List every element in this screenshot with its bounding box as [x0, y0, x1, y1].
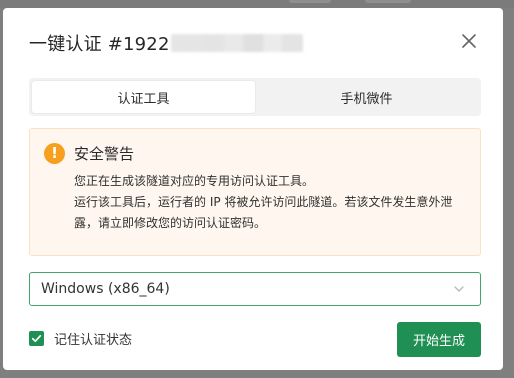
remember-auth-label: 记住认证状态: [54, 332, 133, 348]
dialog-header: 一键认证 #1922: [29, 30, 303, 56]
background-element: [289, 0, 331, 3]
remember-auth-checkbox[interactable]: 记住认证状态: [29, 329, 133, 348]
tab-auth-tool[interactable]: 认证工具: [32, 81, 255, 113]
checkmark-icon: [31, 334, 42, 342]
tab-bar: 认证工具 手机微件: [29, 78, 481, 116]
redacted-id: [170, 34, 303, 52]
warning-icon: !: [44, 142, 65, 164]
warning-line: 运行该工具后，运行者的 IP 将被允许访问此隧道。若该文件发生意外泄露，请立即修…: [74, 195, 453, 230]
start-generate-button[interactable]: 开始生成: [397, 322, 481, 357]
modal-overlay: [0, 0, 514, 8]
warning-title: 安全警告: [74, 144, 135, 163]
platform-select-value: Windows (x86_64): [41, 281, 170, 297]
checkbox-checked[interactable]: [29, 330, 44, 346]
warning-header: ! 安全警告: [44, 142, 464, 164]
warning-line: 您正在生成该隧道对应的专用访问认证工具。: [74, 174, 315, 188]
chevron-down-icon: [452, 282, 466, 296]
dialog-title: 一键认证 #1922: [29, 34, 170, 55]
background-element: [365, 0, 411, 3]
platform-select[interactable]: Windows (x86_64): [29, 272, 481, 306]
close-icon: [462, 34, 476, 48]
close-button[interactable]: [459, 31, 479, 51]
security-warning: ! 安全警告 您正在生成该隧道对应的专用访问认证工具。 运行该工具后，运行者的 …: [29, 128, 481, 256]
auth-dialog: 一键认证 #1922 认证工具 手机微件 ! 安全警告 您正在生成该隧道对应的专…: [3, 8, 503, 370]
warning-message: 您正在生成该隧道对应的专用访问认证工具。 运行该工具后，运行者的 IP 将被允许…: [74, 171, 464, 234]
tab-mobile-widget[interactable]: 手机微件: [255, 81, 478, 113]
